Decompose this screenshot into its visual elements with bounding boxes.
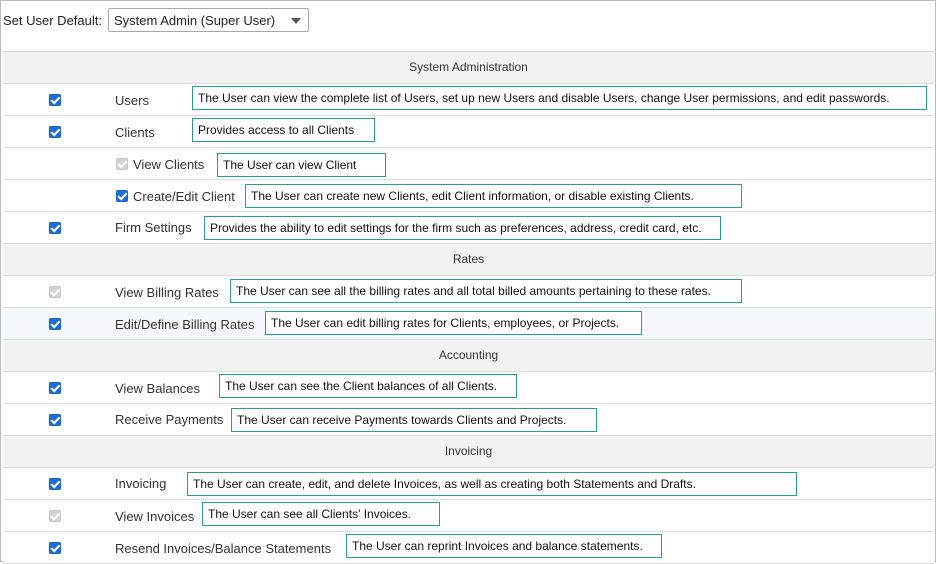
user-default-select[interactable]: System Admin (Super User) <box>108 8 309 32</box>
section-header-invoicing: Invoicing <box>3 436 934 468</box>
view-balances-checkbox[interactable] <box>49 382 61 394</box>
permission-row-view-invoices: View Invoices The User can see all Clien… <box>3 500 934 532</box>
users-label: Users <box>115 93 149 108</box>
permission-row-edit-billing-rates: Edit/Define Billing Rates The User can e… <box>3 308 934 340</box>
clients-description: Provides access to all Clients <box>192 118 375 142</box>
receive-payments-label: Receive Payments <box>115 412 224 427</box>
invoicing-label: Invoicing <box>115 476 167 491</box>
section-header-accounting: Accounting <box>3 340 934 372</box>
permission-row-users: Users The User can view the complete lis… <box>3 84 934 116</box>
view-billing-rates-description: The User can see all the billing rates a… <box>230 279 742 303</box>
invoicing-description: The User can create, edit, and delete In… <box>187 472 797 496</box>
create-edit-client-description: The User can create new Clients, edit Cl… <box>245 184 742 208</box>
permission-row-view-billing-rates: View Billing Rates The User can see all … <box>3 276 934 308</box>
view-invoices-description: The User can see all Clients' Invoices. <box>202 502 440 526</box>
resend-invoices-label: Resend Invoices/Balance Statements <box>115 541 332 556</box>
clients-checkbox[interactable] <box>49 126 61 138</box>
permission-row-clients: Clients Provides access to all Clients <box>3 116 934 148</box>
permission-row-view-clients: View Clients The User can view Client <box>3 148 934 180</box>
users-checkbox[interactable] <box>49 94 61 106</box>
view-billing-rates-label: View Billing Rates <box>115 285 219 300</box>
firm-settings-label: Firm Settings <box>115 220 192 235</box>
view-clients-description: The User can view Client <box>217 153 386 177</box>
permission-row-create-edit-client: Create/Edit Client The User can create n… <box>3 180 934 212</box>
view-invoices-label: View Invoices <box>115 509 195 524</box>
invoicing-checkbox[interactable] <box>49 478 61 490</box>
create-edit-client-label: Create/Edit Client <box>133 189 235 204</box>
view-billing-rates-checkbox <box>49 286 61 298</box>
user-default-select-value: System Admin (Super User) <box>114 13 276 28</box>
set-user-default-label: Set User Default: <box>3 13 102 28</box>
section-title: Invoicing <box>444 444 493 458</box>
section-title: System Administration <box>409 60 528 74</box>
edit-billing-rates-label: Edit/Define Billing Rates <box>115 317 255 332</box>
resend-invoices-description: The User can reprint Invoices and balanc… <box>346 534 662 558</box>
edit-billing-rates-checkbox[interactable] <box>49 318 61 330</box>
users-description: The User can view the complete list of U… <box>192 86 927 110</box>
permission-row-view-balances: View Balances The User can see the Clien… <box>3 372 934 404</box>
edit-billing-rates-description: The User can edit billing rates for Clie… <box>265 311 642 335</box>
clients-label: Clients <box>115 125 155 140</box>
permission-row-receive-payments: Receive Payments The User can receive Pa… <box>3 404 934 436</box>
create-edit-client-checkbox[interactable] <box>116 190 128 202</box>
section-title: Rates <box>452 252 485 266</box>
view-invoices-checkbox <box>49 510 61 522</box>
firm-settings-checkbox[interactable] <box>49 222 61 234</box>
view-balances-description: The User can see the Client balances of … <box>219 374 517 398</box>
receive-payments-checkbox[interactable] <box>49 414 61 426</box>
firm-settings-description: Provides the ability to edit settings fo… <box>204 216 721 240</box>
resend-invoices-checkbox[interactable] <box>49 542 61 554</box>
permission-row-invoicing: Invoicing The User can create, edit, and… <box>3 468 934 500</box>
view-clients-label: View Clients <box>133 157 205 172</box>
chevron-down-icon <box>291 18 301 24</box>
view-clients-checkbox <box>116 158 128 170</box>
permissions-table: System Administration Users The User can… <box>3 51 934 564</box>
section-header-rates: Rates <box>3 244 934 276</box>
permission-row-firm-settings: Firm Settings Provides the ability to ed… <box>3 212 934 244</box>
section-header-system-administration: System Administration <box>3 52 934 84</box>
permission-row-resend-invoices: Resend Invoices/Balance Statements The U… <box>3 532 934 564</box>
section-title: Accounting <box>438 348 499 362</box>
receive-payments-description: The User can receive Payments towards Cl… <box>231 408 597 432</box>
view-balances-label: View Balances <box>115 381 201 396</box>
